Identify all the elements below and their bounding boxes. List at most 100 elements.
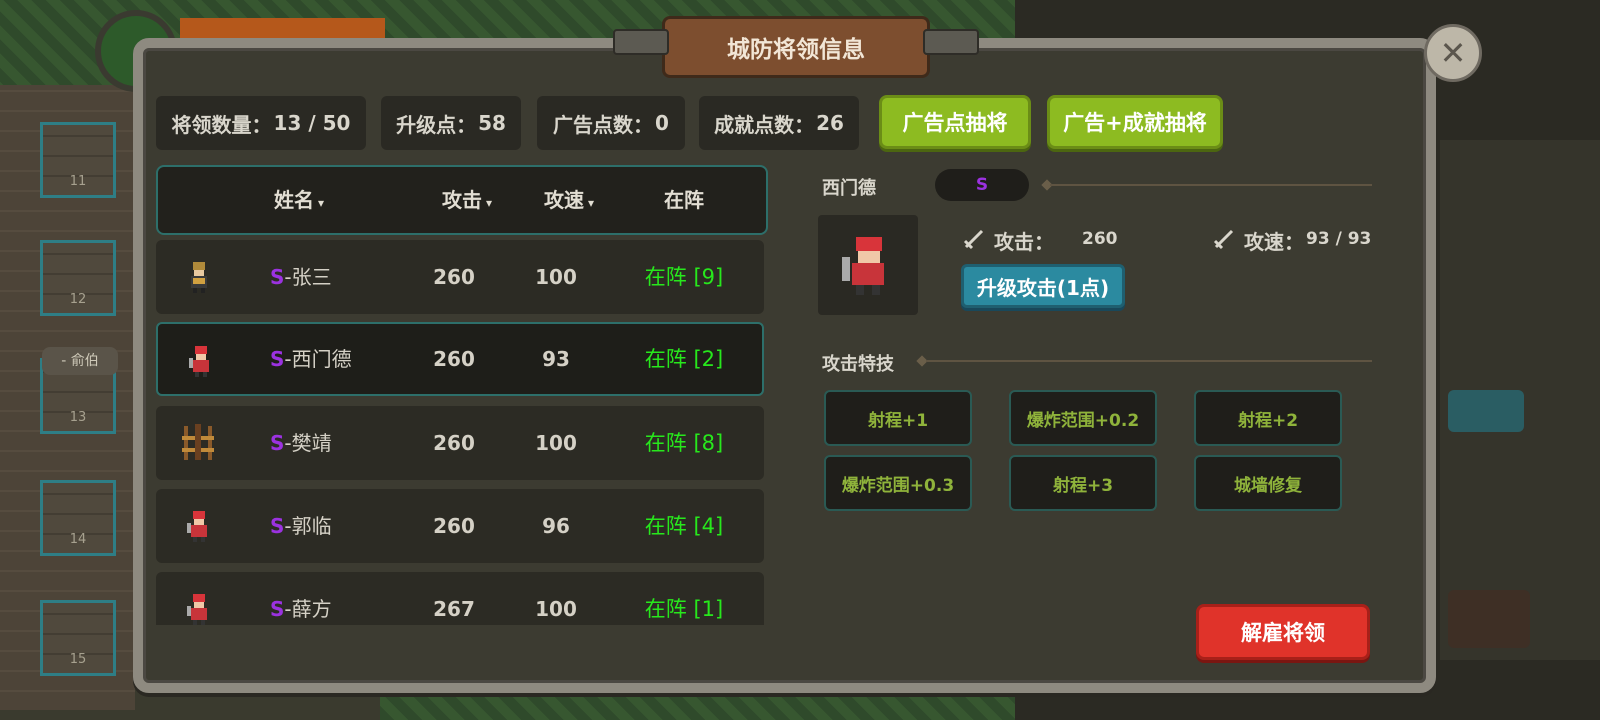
general-name-cell: S-薛方 bbox=[270, 572, 332, 625]
general-count-stat: 将领数量： 13 / 50 bbox=[156, 96, 366, 150]
table-row[interactable]: S-薛方 267 100 在阵 [1] bbox=[156, 572, 764, 625]
speed-cell: 100 bbox=[535, 431, 577, 455]
general-name-cell: S-郭临 bbox=[270, 489, 332, 563]
achievement-points-value: 26 bbox=[816, 111, 844, 135]
attack-cell: 267 bbox=[433, 597, 475, 621]
general-count-value: 13 / 50 bbox=[273, 111, 351, 135]
deployed-header-label: 在阵 bbox=[664, 188, 704, 212]
slot-number: 15 bbox=[69, 652, 87, 667]
close-icon: ✕ bbox=[1439, 34, 1467, 72]
skill-tile[interactable]: 射程+2 bbox=[1194, 390, 1342, 446]
speed-cell: 93 bbox=[542, 347, 570, 371]
skill-tile[interactable]: 爆炸范围+0.3 bbox=[824, 455, 972, 511]
ad-draw-button[interactable]: 广告点抽将 bbox=[879, 95, 1031, 149]
attack-value: 260 bbox=[1082, 229, 1118, 249]
deployed-cell: 在阵 [9] bbox=[644, 265, 724, 289]
deployed-cell: 在阵 [1] bbox=[644, 597, 724, 621]
grade-label: S bbox=[270, 431, 285, 455]
background-slot: 14 bbox=[40, 480, 116, 556]
background-slot: 15 bbox=[40, 600, 116, 676]
slot-number: 13 bbox=[69, 410, 87, 425]
sort-icon: ▾ bbox=[588, 196, 595, 210]
dialog-title-banner: 城防将领信息 bbox=[613, 16, 979, 78]
grade-label: S bbox=[270, 514, 285, 538]
red-warrior-avatar-icon bbox=[187, 594, 207, 625]
upgrade-points-label: 升级点： bbox=[396, 112, 477, 137]
general-name-cell: S-西门德 bbox=[270, 322, 352, 396]
upgrade-points-stat: 升级点： 58 bbox=[381, 96, 521, 150]
deployed-cell: 在阵 [4] bbox=[644, 514, 724, 538]
close-button[interactable]: ✕ bbox=[1424, 24, 1482, 82]
attack-column-header[interactable]: 攻击 ▾ bbox=[442, 167, 492, 233]
name-header-label: 姓名 bbox=[274, 188, 314, 212]
archer-avatar-icon bbox=[191, 262, 207, 293]
skill-tile[interactable]: 城墙修复 bbox=[1194, 455, 1342, 511]
attack-cell: 260 bbox=[433, 514, 475, 538]
table-row[interactable]: S-张三 260 100 在阵 [9] bbox=[156, 240, 764, 314]
sword-icon bbox=[963, 229, 984, 250]
red-warrior-portrait-icon bbox=[842, 237, 884, 295]
background-grass-bottom bbox=[380, 690, 1015, 720]
attack-skills-title: 攻击特技 bbox=[822, 354, 894, 375]
general-list[interactable]: S-张三 260 100 在阵 [9] S-西门德 260 93 在阵 [2] … bbox=[156, 240, 768, 625]
background-slot: 11 bbox=[40, 122, 116, 198]
attack-cell: 260 bbox=[433, 265, 475, 289]
general-name: -樊靖 bbox=[284, 431, 332, 455]
speed-cell: 100 bbox=[535, 597, 577, 621]
slot-number: 14 bbox=[69, 532, 87, 547]
background-brown-button bbox=[1448, 590, 1530, 648]
general-name: -郭临 bbox=[284, 514, 332, 538]
name-column-header[interactable]: 姓名 ▾ bbox=[274, 167, 324, 233]
general-table-header: 姓名 ▾ 攻击 ▾ 攻速 ▾ 在阵 bbox=[156, 165, 768, 235]
general-name: -西门德 bbox=[284, 347, 352, 371]
ad-points-label: 广告点数： bbox=[553, 112, 654, 137]
table-row[interactable]: S-樊靖 260 100 在阵 [8] bbox=[156, 406, 764, 480]
skill-tile[interactable]: 射程+3 bbox=[1009, 455, 1157, 511]
table-row-selected[interactable]: S-西门德 260 93 在阵 [2] bbox=[156, 322, 764, 396]
upgrade-attack-button[interactable]: 升级攻击(1点) bbox=[961, 264, 1125, 308]
divider-line bbox=[1050, 184, 1372, 186]
dialog-title: 城防将领信息 bbox=[727, 37, 865, 63]
speed-header-label: 攻速 bbox=[544, 188, 584, 212]
background-slot: 12 bbox=[40, 240, 116, 316]
sort-icon: ▾ bbox=[486, 196, 493, 210]
background-teal-button bbox=[1448, 390, 1524, 432]
slot-number: 11 bbox=[69, 174, 87, 189]
general-name-cell: S-樊靖 bbox=[270, 406, 332, 480]
deployed-cell: 在阵 [8] bbox=[644, 431, 724, 455]
slot-number: 12 bbox=[69, 292, 87, 307]
ballista-avatar-icon bbox=[182, 424, 214, 460]
speed-value: 93 / 93 bbox=[1306, 229, 1372, 249]
selected-general-name: 西门德 bbox=[822, 178, 876, 199]
skill-tile[interactable]: 爆炸范围+0.2 bbox=[1009, 390, 1157, 446]
speed-label: 攻速： bbox=[1244, 230, 1304, 254]
attack-cell: 260 bbox=[433, 431, 475, 455]
skill-tile[interactable]: 射程+1 bbox=[824, 390, 972, 446]
grade-label: S bbox=[270, 597, 285, 621]
speed-cell: 100 bbox=[535, 265, 577, 289]
general-name: -薛方 bbox=[284, 597, 332, 621]
grade-badge: S bbox=[935, 169, 1029, 201]
speed-cell: 96 bbox=[542, 514, 570, 538]
sort-icon: ▾ bbox=[318, 196, 325, 210]
sword-icon bbox=[1213, 229, 1234, 250]
background-name-bubble: - 俞伯 bbox=[42, 347, 118, 375]
red-warrior-avatar-icon bbox=[189, 346, 209, 377]
ad-achievement-draw-button[interactable]: 广告+成就抽将 bbox=[1047, 95, 1223, 149]
ad-points-value: 0 bbox=[655, 111, 669, 135]
general-name-cell: S-张三 bbox=[270, 240, 332, 314]
red-warrior-avatar-icon bbox=[187, 511, 207, 542]
speed-column-header[interactable]: 攻速 ▾ bbox=[544, 167, 594, 233]
divider-line bbox=[926, 360, 1372, 362]
table-row[interactable]: S-郭临 260 96 在阵 [4] bbox=[156, 489, 764, 563]
background-orange-bar bbox=[180, 18, 385, 40]
dismiss-general-button[interactable]: 解雇将领 bbox=[1196, 604, 1370, 660]
attack-label: 攻击： bbox=[994, 230, 1054, 254]
grade-label: S bbox=[270, 347, 285, 371]
deployed-column-header: 在阵 bbox=[664, 167, 704, 233]
attack-cell: 260 bbox=[433, 347, 475, 371]
deployed-cell: 在阵 [2] bbox=[644, 347, 724, 371]
attack-header-label: 攻击 bbox=[442, 188, 482, 212]
grade-label: S bbox=[270, 265, 285, 289]
upgrade-points-value: 58 bbox=[478, 111, 506, 135]
